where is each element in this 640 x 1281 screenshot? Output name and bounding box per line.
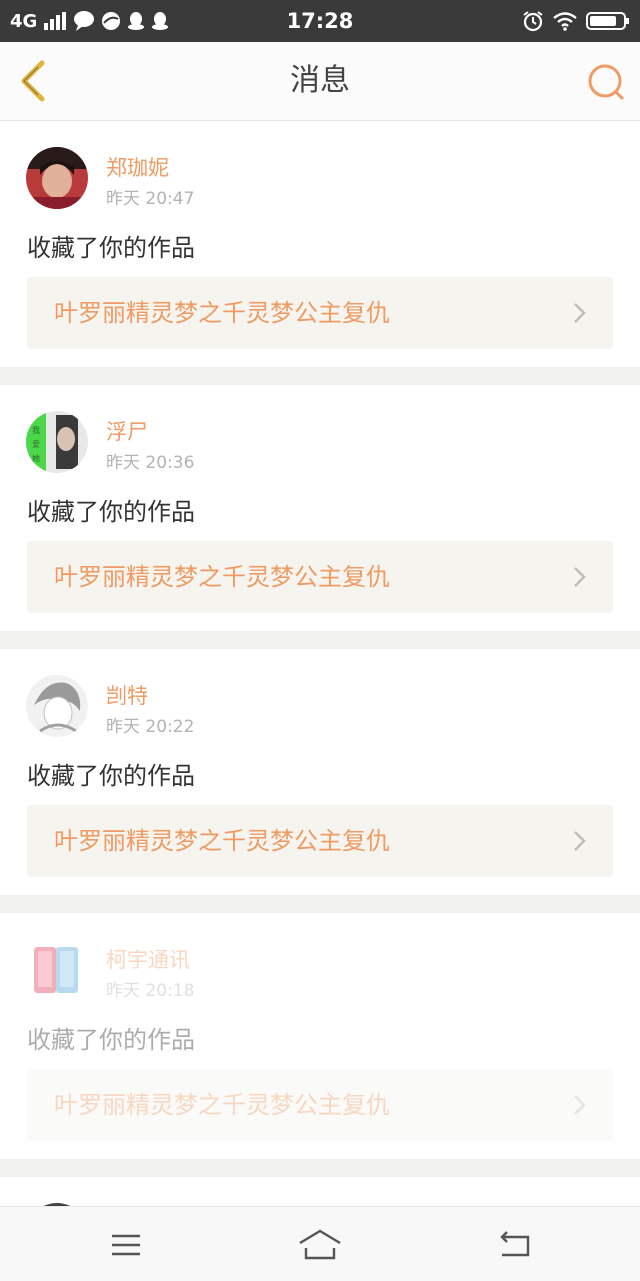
work-link[interactable]: 叶罗丽精灵梦之千灵梦公主复仇 <box>27 541 613 613</box>
home-icon[interactable] <box>298 1227 342 1263</box>
message-list: 郑珈妮 昨天 20:47 收藏了你的作品 叶罗丽精灵梦之千灵梦公主复仇 我 爱 … <box>0 121 640 1265</box>
sender-name[interactable]: 剀特 <box>106 680 148 710</box>
action-text: 收藏了你的作品 <box>27 234 195 262</box>
back-icon[interactable] <box>494 1227 538 1263</box>
sender-name[interactable]: 浮尸 <box>106 416 148 446</box>
message-time: 昨天 20:47 <box>106 189 195 209</box>
message-card: 我 爱 她 浮尸 昨天 20:36 收藏了你的作品 叶罗丽精灵梦之千灵梦公主复仇 <box>0 385 640 631</box>
action-text: 收藏了你的作品 <box>27 1026 195 1054</box>
work-title: 叶罗丽精灵梦之千灵梦公主复仇 <box>54 563 390 591</box>
svg-text:我: 我 <box>32 425 40 435</box>
action-text: 收藏了你的作品 <box>27 498 195 526</box>
menu-icon[interactable] <box>104 1227 148 1263</box>
message-card: 郑珈妮 昨天 20:47 收藏了你的作品 叶罗丽精灵梦之千灵梦公主复仇 <box>0 121 640 367</box>
chevron-right-icon <box>574 303 586 323</box>
avatar[interactable]: 我 爱 她 <box>26 411 88 473</box>
work-link[interactable]: 叶罗丽精灵梦之千灵梦公主复仇 <box>27 1069 613 1141</box>
header-bar: 消息 <box>0 42 640 121</box>
sender-name[interactable]: 郑珈妮 <box>106 152 169 182</box>
chevron-right-icon <box>574 1095 586 1115</box>
svg-text:她: 她 <box>32 453 40 463</box>
status-bar: 4G 17:28 <box>0 0 640 42</box>
page-title: 消息 <box>290 63 350 98</box>
chevron-right-icon <box>574 567 586 587</box>
action-text: 收藏了你的作品 <box>27 762 195 790</box>
work-link[interactable]: 叶罗丽精灵梦之千灵梦公主复仇 <box>27 805 613 877</box>
avatar[interactable] <box>26 939 88 1001</box>
sender-name[interactable]: 柯宇通讯 <box>106 944 190 974</box>
avatar[interactable] <box>26 147 88 209</box>
message-card: 柯宇通讯 昨天 20:18 收藏了你的作品 叶罗丽精灵梦之千灵梦公主复仇 <box>0 913 640 1159</box>
message-time: 昨天 20:36 <box>106 453 195 473</box>
message-card: 剀特 昨天 20:22 收藏了你的作品 叶罗丽精灵梦之千灵梦公主复仇 <box>0 649 640 895</box>
alarm-icon <box>523 11 543 32</box>
system-nav-bar <box>0 1206 640 1281</box>
chevron-right-icon <box>574 831 586 851</box>
svg-text:爱: 爱 <box>32 440 40 449</box>
work-title: 叶罗丽精灵梦之千灵梦公主复仇 <box>54 827 390 855</box>
avatar[interactable] <box>26 675 88 737</box>
message-time: 昨天 20:22 <box>106 717 195 737</box>
message-time: 昨天 20:18 <box>106 981 195 1001</box>
battery-icon <box>586 12 629 30</box>
work-title: 叶罗丽精灵梦之千灵梦公主复仇 <box>54 1091 390 1119</box>
search-icon[interactable] <box>586 62 626 102</box>
wifi-icon <box>553 12 577 31</box>
work-link[interactable]: 叶罗丽精灵梦之千灵梦公主复仇 <box>27 277 613 349</box>
work-title: 叶罗丽精灵梦之千灵梦公主复仇 <box>54 299 390 327</box>
